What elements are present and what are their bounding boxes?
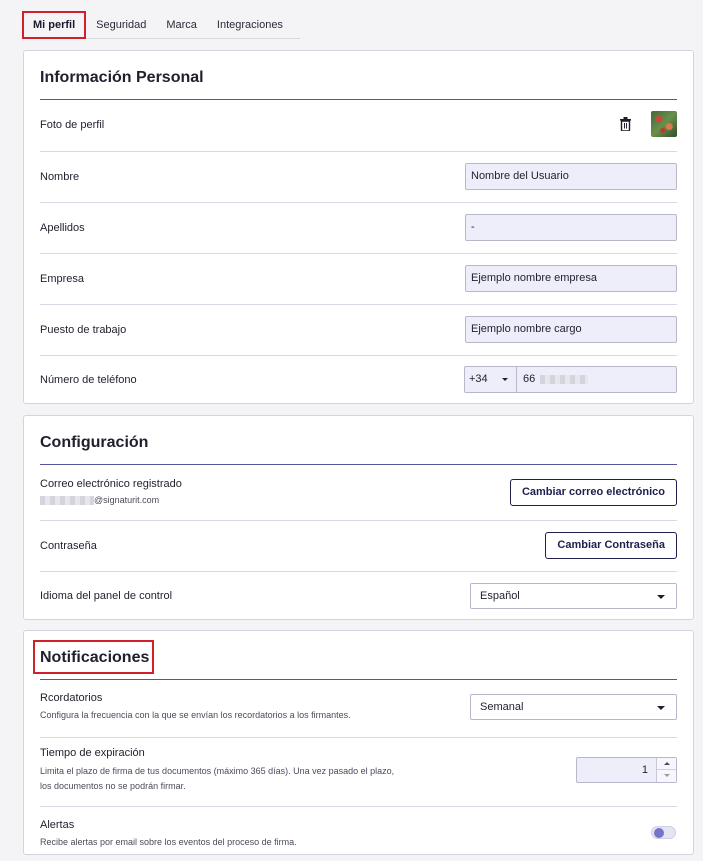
- surname-row: Apellidos -: [40, 202, 677, 253]
- tab-mi-perfil[interactable]: Mi perfil: [22, 11, 87, 39]
- alerts-description: Recibe alertas por email sobre los event…: [40, 837, 297, 847]
- email-label: Correo electrónico registrado: [40, 478, 182, 490]
- phone-prefix-select[interactable]: +34: [464, 366, 517, 393]
- expiration-days-value: 1: [641, 764, 648, 776]
- name-field[interactable]: Nombre del Usuario: [465, 163, 677, 190]
- redacted-email-user: [40, 496, 94, 506]
- notifications-card: Notificaciones Rcordatorios Configura la…: [23, 630, 694, 855]
- tab-seguridad[interactable]: Seguridad: [86, 11, 156, 39]
- phone-number-value: 66: [523, 373, 536, 385]
- alerts-toggle[interactable]: [651, 826, 676, 839]
- profile-photo-thumbnail[interactable]: [651, 111, 677, 137]
- surname-label: Apellidos: [40, 222, 85, 234]
- email-row: Correo electrónico registrado @signaturi…: [40, 465, 677, 520]
- chevron-down-icon: [664, 774, 670, 777]
- reminders-label: Rcordatorios: [40, 692, 103, 704]
- chevron-up-icon: [664, 762, 670, 765]
- decrement-button[interactable]: [657, 770, 676, 782]
- redacted-phone-digits: [540, 374, 589, 384]
- phone-label: Número de teléfono: [40, 374, 137, 386]
- language-row: Idioma del panel de control Español: [40, 571, 677, 620]
- reminders-select-value: Semanal: [480, 701, 524, 713]
- company-row: Empresa Ejemplo nombre empresa: [40, 253, 677, 304]
- notifications-title: Notificaciones: [40, 649, 150, 666]
- expiration-label: Tiempo de expiración: [40, 747, 145, 759]
- personal-info-title: Información Personal: [40, 69, 204, 86]
- chevron-down-icon: [657, 595, 665, 599]
- expiration-row: Tiempo de expiración Limita el plazo de …: [40, 737, 677, 806]
- personal-info-card: Información Personal Foto de perfil Nomb…: [23, 50, 694, 404]
- job-field[interactable]: Ejemplo nombre cargo: [465, 316, 677, 343]
- phone-number-field[interactable]: 66: [517, 366, 677, 393]
- company-label: Empresa: [40, 273, 85, 285]
- chevron-down-icon: [502, 378, 508, 381]
- email-value: @signaturit.com: [40, 493, 159, 507]
- password-row: Contraseña Cambiar Contraseña: [40, 520, 677, 571]
- configuration-title: Configuración: [40, 434, 149, 451]
- increment-button[interactable]: [657, 758, 676, 770]
- alerts-label: Alertas: [40, 819, 75, 831]
- tab-marca[interactable]: Marca: [156, 11, 207, 39]
- name-row: Nombre Nombre del Usuario: [40, 151, 677, 202]
- language-select-value: Español: [480, 590, 520, 602]
- toggle-knob: [654, 828, 664, 838]
- expiration-description-line-2: los documentos no se podrán firmar.: [40, 781, 186, 791]
- expiration-days-stepper[interactable]: 1: [576, 757, 677, 783]
- reminders-row: Rcordatorios Configura la frecuencia con…: [40, 680, 677, 737]
- language-select[interactable]: Español: [470, 583, 677, 609]
- configuration-card: Configuración Correo electrónico registr…: [23, 415, 694, 620]
- photo-label: Foto de perfil: [40, 119, 105, 131]
- change-password-button[interactable]: Cambiar Contraseña: [545, 532, 677, 559]
- trash-icon[interactable]: [620, 117, 631, 132]
- company-field[interactable]: Ejemplo nombre empresa: [465, 265, 677, 292]
- photo-row: Foto de perfil: [40, 100, 677, 151]
- alerts-row: Alertas Recibe alertas por email sobre l…: [40, 806, 677, 855]
- expiration-description-line-1: Limita el plazo de firma de tus document…: [40, 766, 395, 776]
- surname-field[interactable]: -: [465, 214, 677, 241]
- change-email-button[interactable]: Cambiar correo electrónico: [509, 479, 677, 506]
- chevron-down-icon: [657, 706, 665, 710]
- reminders-description: Configura la frecuencia con la que se en…: [40, 710, 351, 720]
- phone-row: Número de teléfono +34 66: [40, 355, 677, 404]
- phone-prefix-value: +34: [469, 373, 488, 385]
- email-domain: @signaturit.com: [94, 495, 160, 505]
- stepper-buttons: [656, 758, 676, 782]
- tab-integraciones[interactable]: Integraciones: [207, 11, 293, 39]
- password-label: Contraseña: [40, 540, 97, 552]
- profile-tabs: Mi perfil Seguridad Marca Integraciones: [22, 11, 300, 39]
- language-label: Idioma del panel de control: [40, 590, 173, 602]
- reminders-frequency-select[interactable]: Semanal: [470, 694, 677, 720]
- job-label: Puesto de trabajo: [40, 324, 127, 336]
- job-row: Puesto de trabajo Ejemplo nombre cargo: [40, 304, 677, 355]
- name-label: Nombre: [40, 171, 80, 183]
